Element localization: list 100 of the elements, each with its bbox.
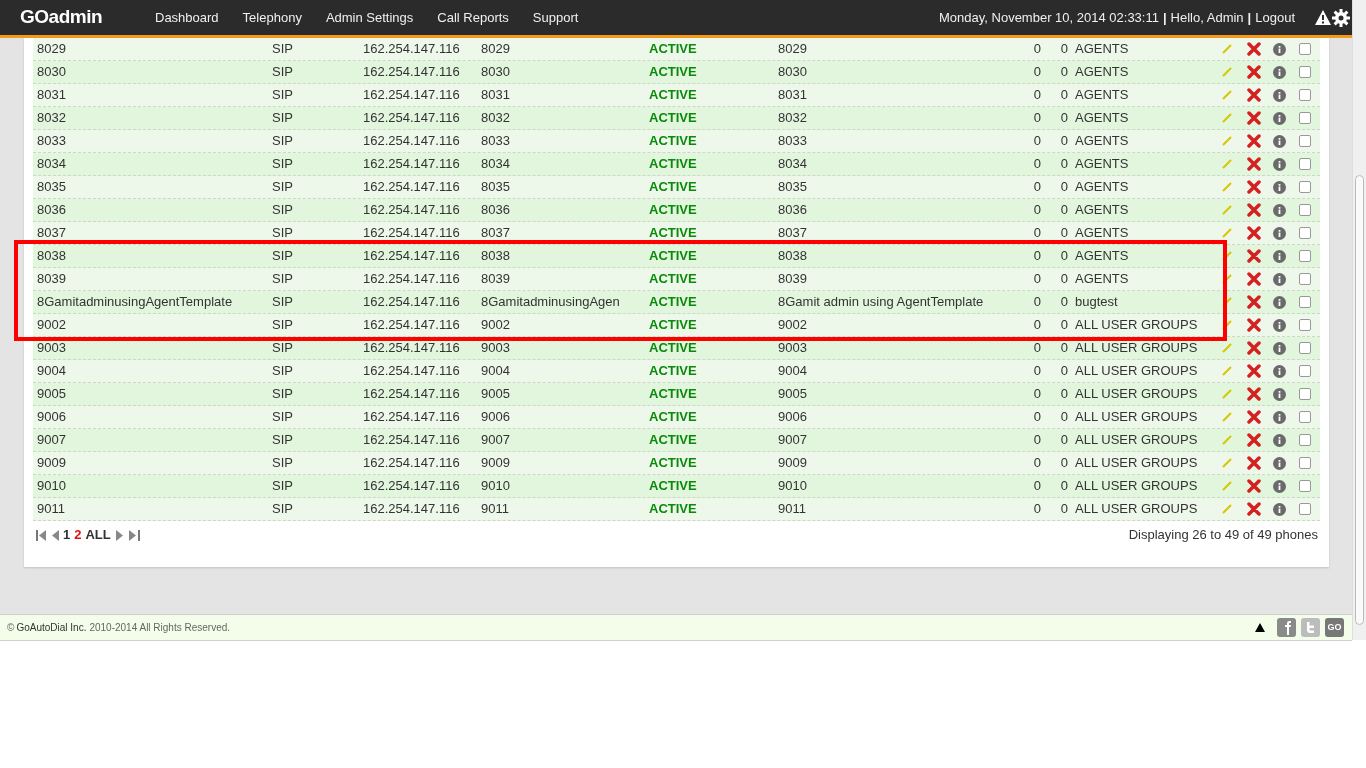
info-icon[interactable] bbox=[1273, 341, 1286, 355]
row-checkbox[interactable] bbox=[1299, 43, 1311, 55]
nav-link[interactable]: Call Reports bbox=[437, 7, 509, 28]
first-page-icon[interactable] bbox=[36, 529, 47, 541]
delete-icon[interactable] bbox=[1247, 502, 1261, 516]
delete-icon[interactable] bbox=[1247, 364, 1261, 378]
delete-icon[interactable] bbox=[1247, 111, 1261, 125]
logo[interactable]: GOadmin bbox=[20, 3, 135, 32]
delete-icon[interactable] bbox=[1247, 410, 1261, 424]
delete-icon[interactable] bbox=[1247, 387, 1261, 401]
delete-icon[interactable] bbox=[1247, 203, 1261, 217]
row-checkbox[interactable] bbox=[1299, 135, 1311, 147]
info-icon[interactable] bbox=[1273, 387, 1286, 401]
row-checkbox[interactable] bbox=[1299, 411, 1311, 423]
delete-icon[interactable] bbox=[1247, 88, 1261, 102]
delete-icon[interactable] bbox=[1247, 479, 1261, 493]
table-cell-text: 0 bbox=[1032, 63, 1042, 82]
info-icon[interactable] bbox=[1273, 364, 1286, 378]
info-icon[interactable] bbox=[1273, 456, 1286, 470]
row-checkbox[interactable] bbox=[1299, 319, 1311, 331]
info-icon[interactable] bbox=[1273, 88, 1286, 102]
row-checkbox[interactable] bbox=[1299, 480, 1311, 492]
nav-link[interactable]: Admin Settings bbox=[325, 7, 414, 28]
facebook-icon[interactable] bbox=[1277, 618, 1296, 637]
nav-link[interactable]: Support bbox=[532, 7, 579, 28]
delete-icon[interactable] bbox=[1247, 318, 1261, 332]
table-cell-text: ACTIVE bbox=[649, 201, 698, 220]
row-checkbox[interactable] bbox=[1299, 204, 1311, 216]
nav-link[interactable]: Telephony bbox=[242, 7, 302, 28]
row-checkbox[interactable] bbox=[1299, 250, 1311, 262]
info-icon[interactable] bbox=[1273, 479, 1286, 493]
info-icon[interactable] bbox=[1273, 180, 1286, 194]
info-icon[interactable] bbox=[1273, 111, 1286, 125]
table-cell-text: SIP bbox=[272, 316, 294, 335]
row-checkbox[interactable] bbox=[1299, 158, 1311, 170]
row-checkbox[interactable] bbox=[1299, 112, 1311, 124]
info-icon[interactable] bbox=[1273, 433, 1286, 447]
row-checkbox[interactable] bbox=[1299, 227, 1311, 239]
table-cell-text: 0 bbox=[1059, 247, 1069, 266]
delete-icon[interactable] bbox=[1247, 226, 1261, 240]
row-checkbox[interactable] bbox=[1299, 342, 1311, 354]
table-cell-text: 0 bbox=[1059, 224, 1069, 243]
delete-icon[interactable] bbox=[1247, 341, 1261, 355]
info-icon[interactable] bbox=[1273, 295, 1286, 309]
row-checkbox[interactable] bbox=[1299, 503, 1311, 515]
page-link[interactable]: ALL bbox=[85, 525, 111, 545]
last-page-icon[interactable] bbox=[128, 529, 140, 541]
delete-icon[interactable] bbox=[1247, 433, 1261, 447]
row-checkbox[interactable] bbox=[1299, 388, 1311, 400]
warning-icon[interactable] bbox=[1315, 10, 1331, 25]
page-link[interactable]: 1 bbox=[63, 525, 71, 545]
delete-icon[interactable] bbox=[1247, 295, 1261, 309]
row-checkbox[interactable] bbox=[1299, 296, 1311, 308]
table-cell-text: 9002 bbox=[778, 316, 808, 335]
delete-icon[interactable] bbox=[1247, 157, 1261, 171]
scrollbar[interactable] bbox=[1352, 0, 1366, 640]
row-checkbox[interactable] bbox=[1299, 66, 1311, 78]
info-icon[interactable] bbox=[1273, 65, 1286, 79]
delete-icon[interactable] bbox=[1247, 65, 1261, 79]
info-icon[interactable] bbox=[1273, 157, 1286, 171]
scroll-top-icon[interactable] bbox=[1255, 623, 1265, 632]
logout-link[interactable]: Logout bbox=[1255, 7, 1295, 28]
table-cell-text: 8039 bbox=[778, 270, 808, 289]
delete-icon[interactable] bbox=[1247, 272, 1261, 286]
table-cell-text: ACTIVE bbox=[649, 500, 698, 519]
table-cell-text: AGENTS bbox=[1074, 132, 1130, 151]
info-icon[interactable] bbox=[1273, 502, 1286, 516]
settings-icon[interactable] bbox=[1332, 8, 1350, 27]
info-icon[interactable] bbox=[1273, 203, 1286, 217]
go-badge[interactable]: GO bbox=[1325, 618, 1344, 637]
row-checkbox[interactable] bbox=[1299, 181, 1311, 193]
nav-link[interactable]: Dashboard bbox=[155, 7, 219, 28]
next-page-icon[interactable] bbox=[115, 529, 123, 541]
table-cell-text: 8037 bbox=[37, 224, 67, 243]
row-checkbox[interactable] bbox=[1299, 365, 1311, 377]
info-icon[interactable] bbox=[1273, 134, 1286, 148]
delete-icon[interactable] bbox=[1247, 42, 1261, 56]
table-cell-text: 8032 bbox=[37, 109, 67, 128]
page-link[interactable]: 2 bbox=[74, 525, 82, 545]
company-link[interactable]: GoAutoDial Inc. bbox=[16, 620, 87, 635]
table-cell-text: 162.254.147.116 bbox=[363, 316, 461, 335]
info-icon[interactable] bbox=[1273, 410, 1286, 424]
delete-icon[interactable] bbox=[1247, 456, 1261, 470]
delete-icon[interactable] bbox=[1247, 134, 1261, 148]
info-icon[interactable] bbox=[1273, 249, 1286, 263]
row-checkbox[interactable] bbox=[1299, 457, 1311, 469]
info-icon[interactable] bbox=[1273, 318, 1286, 332]
table-cell-text: 9007 bbox=[778, 431, 808, 450]
table-cell-text: 8037 bbox=[778, 224, 808, 243]
row-checkbox[interactable] bbox=[1299, 273, 1311, 285]
row-checkbox[interactable] bbox=[1299, 434, 1311, 446]
info-icon[interactable] bbox=[1273, 272, 1286, 286]
table-cell-text: 9006 bbox=[778, 408, 808, 427]
table-cell-text: 9004 bbox=[481, 362, 511, 381]
row-checkbox[interactable] bbox=[1299, 89, 1311, 101]
delete-icon[interactable] bbox=[1247, 249, 1261, 263]
info-icon[interactable] bbox=[1273, 226, 1286, 240]
delete-icon[interactable] bbox=[1247, 180, 1261, 194]
info-icon[interactable] bbox=[1273, 42, 1286, 56]
previous-page-icon[interactable] bbox=[52, 529, 59, 541]
